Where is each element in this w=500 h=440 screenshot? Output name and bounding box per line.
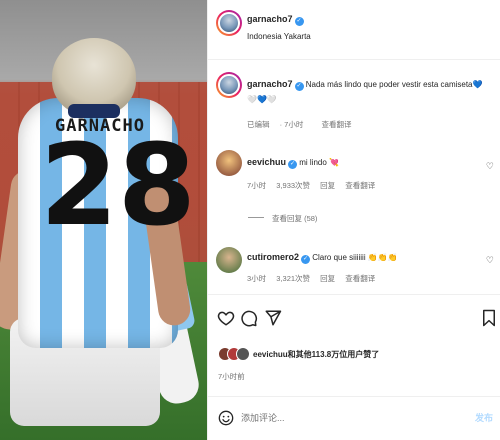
verified-icon: ✓ [294, 82, 304, 91]
caption-translate-link[interactable]: 查看翻译 [321, 120, 351, 129]
emoji-icon[interactable] [218, 410, 234, 426]
comment-2-time: 3小时 [247, 274, 267, 283]
comment-2-reply[interactable]: 回复 [320, 274, 335, 283]
author-username-text[interactable]: garnacho7 [247, 14, 293, 24]
comment-1-translate[interactable]: 查看翻译 [345, 181, 375, 190]
post-time: 7小时前 [218, 372, 245, 381]
comment-1-username[interactable]: eevichuu ✓ [247, 157, 298, 169]
verified-icon: ✓ [301, 255, 311, 264]
author-username[interactable]: garnacho7 ✓ [247, 14, 304, 26]
comment-1-time: 7小时 [247, 181, 267, 190]
caption-author-avatar[interactable] [216, 72, 242, 98]
commenter-avatar[interactable] [216, 247, 242, 273]
verified-icon: ✓ [288, 160, 298, 169]
comment-2-translate[interactable]: 查看翻译 [345, 274, 375, 283]
caption-text: Nada más lindo que poder vestir esta cam… [305, 80, 483, 89]
post-header: garnacho7 ✓ Indonesia Yakarta [208, 0, 500, 60]
author-avatar[interactable] [216, 10, 242, 36]
comment-1: eevichuu ✓ mi lindo 💘 [247, 156, 339, 169]
heart-icon[interactable] [217, 309, 235, 327]
comment-1-text: mi lindo 💘 [299, 158, 339, 167]
comment-input[interactable] [241, 408, 451, 428]
comment-like-heart-icon[interactable]: ♡ [486, 161, 494, 172]
share-icon[interactable] [264, 309, 282, 327]
bookmark-icon[interactable] [480, 309, 498, 327]
likes-count[interactable]: eevichuu和其他113.8万位用户赞了 [253, 349, 379, 361]
comment-1-meta: 7小时 3,933次赞 回复 查看翻译 [247, 180, 383, 191]
jersey-number: 28 [40, 121, 196, 251]
comment-1-reply[interactable]: 回复 [320, 181, 335, 190]
comment-bar: 发布 [208, 396, 500, 440]
comment-2-username-text[interactable]: cutiromero2 [247, 252, 299, 262]
edited-label: 已编辑 · 7小时 [247, 120, 304, 129]
caption: garnacho7 ✓ Nada más lindo que poder vest… [247, 78, 495, 91]
comment-2-username[interactable]: cutiromero2 ✓ [247, 252, 311, 264]
commenter-avatar[interactable] [216, 150, 242, 176]
comment-2-likes[interactable]: 3,321次赞 [276, 274, 310, 283]
verified-icon: ✓ [294, 17, 304, 26]
post-actions-bar [208, 294, 500, 342]
caption-meta: 已编辑 · 7小时 查看翻译 [247, 119, 359, 130]
view-replies-link[interactable]: 查看回复 (58) [272, 213, 317, 224]
liker-avatar [236, 347, 250, 361]
comment-2-meta: 3小时 3,321次赞 回复 查看翻译 [247, 273, 383, 284]
comment-1-username-text[interactable]: eevichuu [247, 157, 286, 167]
replies-divider [248, 217, 264, 218]
comment-icon[interactable] [240, 309, 258, 327]
post-location[interactable]: Indonesia Yakarta [247, 32, 311, 41]
comment-2-text: Claro que siiiiiii 👏👏👏 [312, 253, 398, 262]
comment-2: cutiromero2 ✓ Claro que siiiiiii 👏👏👏 [247, 251, 398, 264]
post-details-panel: garnacho7 ✓ Indonesia Yakarta garnacho7 ✓ … [207, 0, 500, 440]
caption-hearts: 🤍💙🤍 [247, 95, 277, 104]
post-comment-button[interactable]: 发布 [475, 411, 493, 424]
caption-author-username[interactable]: garnacho7 ✓ [247, 79, 304, 91]
comment-1-likes[interactable]: 3,933次赞 [276, 181, 310, 190]
comment-like-heart-icon[interactable]: ♡ [486, 255, 494, 266]
caption-author-text[interactable]: garnacho7 [247, 79, 293, 89]
post-photo[interactable]: GARNACHO 28 [0, 0, 207, 440]
